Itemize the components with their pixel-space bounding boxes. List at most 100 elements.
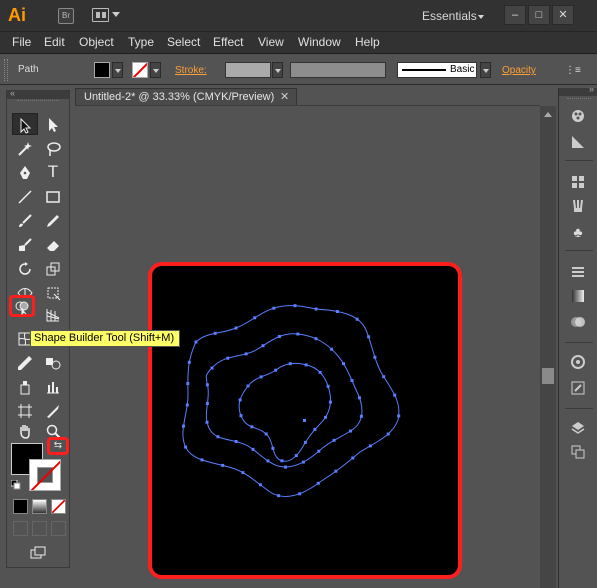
gradient-mode-button[interactable] xyxy=(32,499,47,514)
anchor-point[interactable] xyxy=(200,458,204,462)
magic-wand-tool[interactable] xyxy=(12,137,38,159)
anchor-point[interactable] xyxy=(304,363,308,367)
menu-select[interactable]: Select xyxy=(167,35,200,49)
maximize-button[interactable]: □ xyxy=(528,5,550,25)
menu-window[interactable]: Window xyxy=(298,35,341,49)
anchor-point[interactable] xyxy=(351,456,355,460)
anchor-point[interactable] xyxy=(359,414,363,418)
anchor-point[interactable] xyxy=(277,494,281,498)
anchor-point[interactable] xyxy=(342,362,345,366)
scroll-up-icon[interactable] xyxy=(544,112,552,117)
anchor-point[interactable] xyxy=(239,414,243,418)
menu-object[interactable]: Object xyxy=(79,35,114,49)
anchor-point[interactable] xyxy=(266,459,270,463)
menu-effect[interactable]: Effect xyxy=(213,35,243,49)
anchor-point[interactable] xyxy=(258,483,262,487)
stroke-weight-dropdown[interactable] xyxy=(272,62,283,78)
anchor-point[interactable] xyxy=(241,471,245,475)
free-transform-tool[interactable] xyxy=(40,281,66,303)
anchor-point[interactable] xyxy=(213,331,217,335)
anchor-point[interactable] xyxy=(184,445,188,449)
vertical-scrollbar[interactable] xyxy=(540,106,556,588)
anchor-point[interactable] xyxy=(373,355,377,359)
anchor-point[interactable] xyxy=(187,360,191,364)
stroke-color-box[interactable] xyxy=(29,459,61,491)
anchor-point[interactable] xyxy=(334,469,338,473)
draw-normal-button[interactable] xyxy=(13,521,28,536)
anchor-point[interactable] xyxy=(277,335,281,338)
document-tab[interactable]: Untitled-2* @ 33.33% (CMYK/Preview) ✕ xyxy=(75,88,297,105)
anchor-point[interactable] xyxy=(349,429,352,433)
artboard[interactable] xyxy=(148,262,462,579)
anchor-point[interactable] xyxy=(386,432,390,436)
anchor-point[interactable] xyxy=(368,444,372,448)
anchor-point[interactable] xyxy=(234,326,238,330)
anchor-point[interactable] xyxy=(316,481,320,485)
bridge-button[interactable]: Br xyxy=(58,8,74,24)
anchor-point[interactable] xyxy=(251,447,255,451)
lasso-tool[interactable] xyxy=(40,137,66,159)
anchor-point[interactable] xyxy=(205,402,209,405)
brush-definition[interactable]: Basic xyxy=(397,62,477,78)
anchor-point[interactable] xyxy=(253,316,257,320)
anchor-point[interactable] xyxy=(261,344,265,348)
anchor-point[interactable] xyxy=(317,449,321,453)
artwork-paths[interactable] xyxy=(152,266,458,575)
anchor-point[interactable] xyxy=(355,317,359,321)
anchor-point[interactable] xyxy=(272,306,276,310)
control-bar-grip[interactable] xyxy=(4,59,8,81)
menu-edit[interactable]: Edit xyxy=(44,35,65,49)
menu-view[interactable]: View xyxy=(258,35,284,49)
anchor-point[interactable] xyxy=(271,446,275,450)
perspective-grid-tool[interactable] xyxy=(40,303,66,325)
anchor-point[interactable] xyxy=(288,362,292,366)
anchor-point[interactable] xyxy=(210,366,214,370)
anchor-point[interactable] xyxy=(226,356,230,360)
anchor-point[interactable] xyxy=(318,370,322,374)
anchor-point[interactable] xyxy=(294,454,298,458)
workspace-switcher[interactable]: Essentials xyxy=(422,9,477,23)
swap-fill-stroke-icon[interactable]: ⇆ xyxy=(47,437,69,455)
scroll-thumb[interactable] xyxy=(542,368,554,384)
brush-dropdown[interactable] xyxy=(480,62,491,78)
color-guide-icon[interactable] xyxy=(567,134,589,154)
anchor-point[interactable] xyxy=(234,440,238,443)
blob-brush-tool[interactable] xyxy=(12,233,38,255)
fill-swatch[interactable] xyxy=(94,62,110,78)
default-fill-stroke-icon[interactable] xyxy=(10,479,21,490)
draw-inside-button[interactable] xyxy=(51,521,66,536)
artboard-tool[interactable] xyxy=(12,399,38,421)
anchor-point[interactable] xyxy=(298,492,302,496)
line-segment-tool[interactable] xyxy=(12,185,38,207)
anchor-point[interactable] xyxy=(264,432,268,436)
anchor-point[interactable] xyxy=(367,335,371,339)
rotate-tool[interactable] xyxy=(12,257,38,279)
anchor-point[interactable] xyxy=(274,368,278,372)
opacity-label[interactable]: Opacity xyxy=(502,65,536,76)
selection-tool[interactable] xyxy=(12,113,38,135)
panel-dock-grip[interactable] xyxy=(567,98,591,101)
stroke-label[interactable]: Stroke: xyxy=(175,65,207,76)
panel-menu-icon[interactable]: ⋮≡ xyxy=(565,65,581,76)
none-mode-button[interactable] xyxy=(51,499,66,514)
eraser-tool[interactable] xyxy=(40,233,66,255)
direct-selection-tool[interactable] xyxy=(40,113,66,135)
anchor-point[interactable] xyxy=(303,440,307,444)
anchor-point[interactable] xyxy=(194,340,198,344)
anchor-point[interactable] xyxy=(216,435,220,439)
anchor-point[interactable] xyxy=(185,403,189,407)
anchor-point[interactable] xyxy=(182,424,185,428)
anchor-point[interactable] xyxy=(205,383,209,387)
anchor-point[interactable] xyxy=(280,459,284,463)
arrange-documents-button[interactable] xyxy=(92,8,120,24)
fill-dropdown[interactable] xyxy=(112,62,123,78)
anchor-point[interactable] xyxy=(313,427,317,431)
anchor-point[interactable] xyxy=(250,425,254,429)
close-tab-icon[interactable]: ✕ xyxy=(280,90,289,103)
blend-tool[interactable] xyxy=(40,351,66,373)
anchor-point[interactable] xyxy=(332,438,336,442)
anchor-point[interactable] xyxy=(330,347,334,351)
symbol-sprayer-tool[interactable] xyxy=(12,375,38,397)
stroke-weight-field[interactable] xyxy=(225,62,271,78)
anchor-point[interactable] xyxy=(186,382,190,386)
